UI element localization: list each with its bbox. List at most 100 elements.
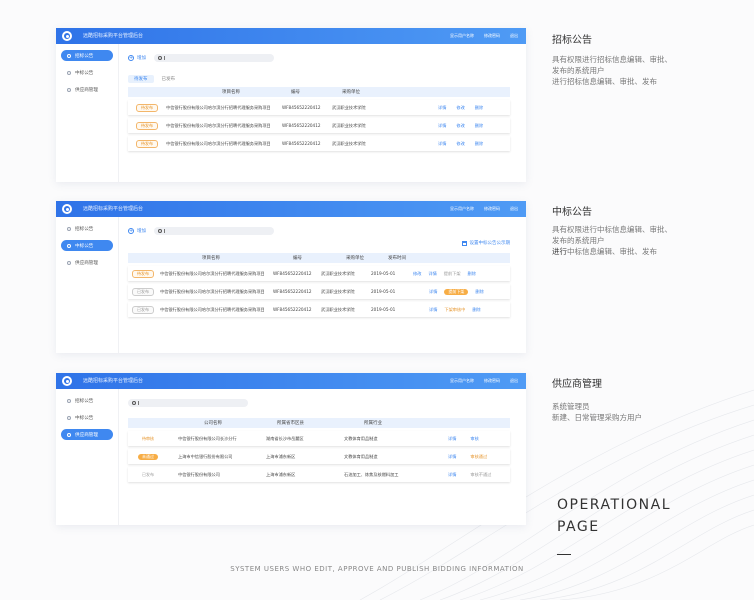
table-header: 项目名称 编号 采购单位 发布时间 [128, 253, 510, 263]
detail-link[interactable]: 详情 [429, 307, 437, 313]
publish-date: 2019-05-01 [371, 271, 396, 276]
logo-icon [62, 376, 72, 386]
search-input[interactable] [154, 227, 274, 235]
review-status: 审核不通过 [470, 471, 492, 477]
delete-link[interactable]: 删除 [475, 289, 483, 295]
status-badge: 待发布 [136, 103, 158, 112]
delete-link[interactable]: 删除 [475, 123, 483, 129]
sidebar-item-supplier[interactable]: 供应商管理 [61, 429, 113, 440]
sidebar-item-supplier[interactable]: 供应商管理 [61, 257, 113, 268]
project-code: WF845652220412 [273, 307, 312, 312]
sidebar-item-award-announcement[interactable]: 中标公告 [61, 412, 113, 423]
nav-dot-icon [67, 53, 71, 58]
set-publicity-period-label: 设置中标公告公示期 [469, 241, 511, 246]
publish-date: 2019-05-01 [371, 307, 396, 312]
sidebar-item-supplier[interactable]: 供应商管理 [61, 84, 113, 95]
sidebar: 招标公告 中标公告 供应商管理 [56, 217, 119, 353]
purchaser: 武汉职业技术学院 [332, 140, 366, 146]
edit-link[interactable]: 修改 [456, 105, 464, 111]
plus-icon: + [128, 228, 134, 234]
review-link[interactable]: 审核 [470, 436, 478, 442]
detail-link[interactable]: 详情 [428, 271, 436, 277]
desc-line: 具有权限进行招标信息编辑、审批、 [552, 55, 672, 64]
project-name: 中信银行股份有限公司哈尔滨分行招聘代理服务采购项目 [160, 270, 265, 276]
column-header: 项目名称 [202, 256, 220, 261]
section-title-bid: 招标公告 [552, 35, 592, 46]
edit-link[interactable]: 修改 [456, 141, 464, 147]
detail-link[interactable]: 详情 [429, 289, 437, 295]
detail-link[interactable]: 详情 [438, 123, 446, 129]
delete-link[interactable]: 删除 [472, 307, 480, 313]
change-password-link[interactable]: 修改密码 [484, 33, 500, 39]
username-link[interactable]: 显示用户名称 [450, 206, 474, 212]
section-desc-bid: 具有权限进行招标信息编辑、审批、 发布的系统用户 进行招标信息编辑、审批、发布 [552, 54, 672, 87]
search-icon [158, 56, 162, 60]
change-password-link[interactable]: 修改密码 [484, 206, 500, 212]
sidebar-item-label: 中标公告 [75, 415, 94, 421]
add-button[interactable]: + 增加 [128, 228, 146, 234]
sidebar-item-label: 招标公告 [75, 53, 94, 59]
detail-link[interactable]: 详情 [448, 472, 456, 478]
tab-published[interactable]: 已发布 [156, 75, 182, 83]
delete-link[interactable]: 删除 [475, 141, 483, 147]
username-link[interactable]: 显示用户名称 [450, 33, 474, 39]
company-name: 中信银行股份有限公司长沙分行 [178, 435, 237, 441]
status-badge: 待发布 [136, 121, 158, 130]
app-header: 远酷招标采购平台管理后台 显示用户名称 修改密码 退出 [56, 28, 526, 44]
sidebar-item-bid-announcement[interactable]: 招标公告 [61, 223, 113, 234]
nav-dot-icon [67, 226, 71, 231]
sidebar-item-bid-announcement[interactable]: 招标公告 [61, 50, 113, 61]
section-desc-award: 具有权限进行中标信息编辑、审批、 发布的系统用户 进行中标信息编辑、审批、发布 [552, 224, 672, 257]
sidebar-item-award-announcement[interactable]: 中标公告 [61, 67, 113, 78]
section-desc-supplier: 系统管理员 新建、日常管理采购方用户 [552, 401, 642, 423]
app-title: 远酷招标采购平台管理后台 [83, 33, 144, 39]
search-input[interactable] [154, 54, 274, 62]
delete-link[interactable]: 删除 [468, 271, 476, 277]
search-input[interactable] [128, 399, 248, 407]
nav-dot-icon [67, 260, 71, 265]
take-down-pending-status: 下架审核中 [444, 306, 466, 312]
table-row: 待审核 中信银行股份有限公司长沙分行 湖南省长沙市岳麓区 文教体育用品制造 详情… [128, 431, 510, 446]
logout-link[interactable]: 退出 [510, 206, 518, 212]
sidebar-item-bid-announcement[interactable]: 招标公告 [61, 395, 113, 406]
logout-link[interactable]: 退出 [510, 378, 518, 384]
tab-pending[interactable]: 待发布 [128, 75, 154, 83]
desc-line: 新建、日常管理采购方用户 [552, 413, 642, 422]
status-badge: 未通过 [138, 453, 158, 460]
purchaser: 武汉职业技术学院 [321, 270, 355, 276]
purchaser: 武汉职业技术学院 [321, 288, 355, 294]
logo-icon [62, 31, 72, 41]
detail-link[interactable]: 详情 [438, 105, 446, 111]
take-down-button[interactable]: 提前下架 [444, 288, 469, 295]
table-row: 待发布 中信银行股份有限公司哈尔滨分行招聘代理服务采购项目 WF84565222… [128, 136, 510, 151]
username-link[interactable]: 显示用户名称 [450, 378, 474, 384]
industry: 文教体育用品制造 [344, 435, 378, 441]
logout-link[interactable]: 退出 [510, 33, 518, 39]
purchaser: 武汉职业技术学院 [332, 104, 366, 110]
nav-dot-icon [67, 70, 71, 75]
desc-line: 具有权限进行中标信息编辑、审批、 [552, 225, 672, 234]
industry: 文教体育用品制造 [344, 453, 378, 459]
industry: 石油加工、炼焦及核燃料加工 [344, 471, 399, 477]
column-header: 编号 [291, 90, 300, 95]
status-badge: 已发布 [132, 287, 154, 296]
detail-link[interactable]: 详情 [438, 141, 446, 147]
column-header: 所属省市区县 [277, 421, 304, 426]
edit-link[interactable]: 修改 [413, 271, 421, 277]
table-row: 已发布 中信银行股份有限公司哈尔滨分行招聘代理服务采购项目 WF84565222… [128, 302, 510, 317]
edit-link[interactable]: 修改 [456, 123, 464, 129]
bid-table: 项目名称 编号 采购单位 待发布 中信银行股份有限公司哈尔滨分行招聘代理服务采购… [128, 87, 510, 151]
add-label: 增加 [137, 229, 146, 234]
take-down-link[interactable]: 提前下架 [444, 271, 461, 277]
detail-link[interactable]: 详情 [448, 436, 456, 442]
delete-link[interactable]: 删除 [475, 105, 483, 111]
detail-link[interactable]: 详情 [448, 454, 456, 460]
sidebar-item-award-announcement[interactable]: 中标公告 [61, 240, 113, 251]
table-row: 已发布 中信银行股份有限公司 上海市浦东新区 石油加工、炼焦及核燃料加工 详情 审… [128, 467, 510, 482]
set-publicity-period-link[interactable]: 设置中标公告公示期 [461, 240, 511, 246]
project-code: WF845652220412 [282, 105, 321, 110]
change-password-link[interactable]: 修改密码 [484, 378, 500, 384]
column-header: 项目名称 [222, 90, 240, 95]
desc-line: 发布的系统用户 [552, 236, 605, 245]
add-button[interactable]: + 增加 [128, 55, 146, 61]
